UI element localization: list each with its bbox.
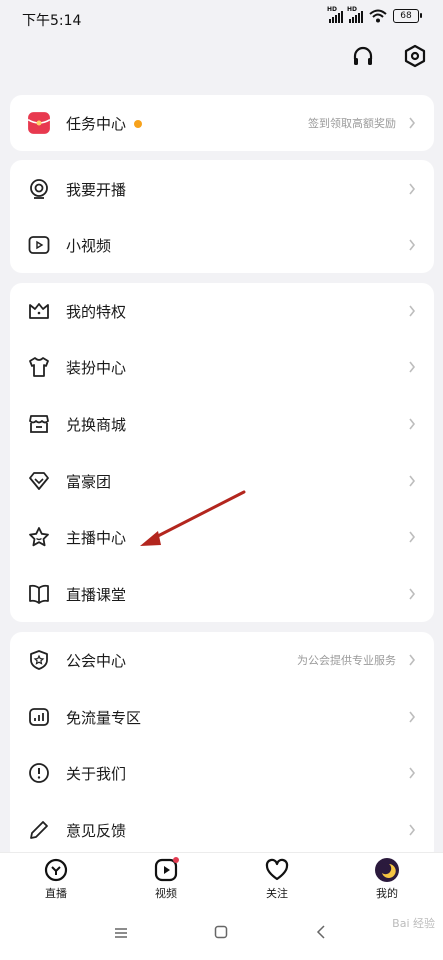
status-time: 下午5:14 <box>22 13 82 29</box>
crown-icon <box>29 303 49 319</box>
menu-item-label: 关于我们 <box>66 764 127 783</box>
home-icon[interactable] <box>214 924 228 943</box>
video-tab-icon <box>154 857 179 882</box>
avatar <box>375 858 399 882</box>
task-center-row[interactable]: 任务中心 签到领取高额奖励 <box>10 95 434 151</box>
pen-icon <box>30 821 48 839</box>
video-play-icon <box>28 236 50 254</box>
menu-item-store[interactable]: 兑换商城 <box>10 396 434 452</box>
menu-item-label: 装扮中心 <box>66 358 127 377</box>
shield-star-icon <box>30 650 48 670</box>
menu-item-label: 公会中心 <box>66 651 127 670</box>
chevron-right-icon <box>409 588 416 600</box>
menu-group-1: 我要开播 小视频 <box>10 160 434 273</box>
tab-follow[interactable]: 关注 <box>247 857 307 901</box>
diamond-icon <box>29 472 49 490</box>
menu-icon[interactable] <box>114 924 128 943</box>
chevron-right-icon <box>409 767 416 779</box>
system-nav-bar <box>0 908 443 960</box>
store-icon <box>29 415 49 433</box>
tab-mine[interactable]: 我的 <box>357 857 417 901</box>
settings-icon[interactable] <box>403 44 427 68</box>
task-center-hint: 签到领取高额奖励 <box>308 117 396 130</box>
battery-icon: 68 <box>393 9 422 23</box>
menu-group-2: 我的特权 装扮中心 兑换商城 富豪团 主播中心 直播课堂 <box>10 283 434 622</box>
menu-item-feedback[interactable]: 意见反馈 <box>10 802 434 858</box>
chevron-right-icon <box>409 239 416 251</box>
menu-item-label: 富豪团 <box>66 472 112 491</box>
menu-item-start-live[interactable]: 我要开播 <box>10 161 434 217</box>
menu-item-label: 免流量专区 <box>66 708 142 727</box>
chevron-right-icon <box>409 475 416 487</box>
tab-video[interactable]: 视频 <box>136 857 196 901</box>
chevron-right-icon <box>409 183 416 195</box>
bottom-tab-bar: 直播 视频 关注 我的 <box>0 852 443 909</box>
star-icon <box>29 527 49 547</box>
chevron-right-icon <box>409 711 416 723</box>
menu-group-3: 公会中心 为公会提供专业服务 免流量专区 关于我们 意见反馈 <box>10 632 434 862</box>
chevron-right-icon <box>409 531 416 543</box>
chevron-right-icon <box>409 117 416 129</box>
task-card: 任务中心 签到领取高额奖励 <box>10 95 434 151</box>
watermark: Bai 经验 <box>392 917 435 930</box>
red-envelope-icon <box>27 112 51 134</box>
menu-item-label: 意见反馈 <box>66 821 127 840</box>
notification-dot <box>134 120 143 128</box>
menu-item-live-class[interactable]: 直播课堂 <box>10 566 434 622</box>
menu-item-anchor-center[interactable]: 主播中心 <box>10 509 434 565</box>
menu-item-label: 兑换商城 <box>66 415 127 434</box>
menu-item-label: 我的特权 <box>66 302 127 321</box>
live-tab-icon <box>44 858 68 882</box>
menu-item-label: 我要开播 <box>66 180 127 199</box>
menu-item-rich-club[interactable]: 富豪团 <box>10 453 434 509</box>
signal-icon: HD <box>327 6 343 23</box>
task-center-label: 任务中心 <box>66 113 143 134</box>
menu-item-about[interactable]: 关于我们 <box>10 745 434 801</box>
back-icon[interactable] <box>316 924 326 943</box>
heart-icon <box>265 858 289 881</box>
chevron-right-icon <box>409 824 416 836</box>
live-camera-icon <box>30 179 48 199</box>
info-circle-icon <box>29 763 49 783</box>
status-bar: 下午5:14 HD HD 68 <box>0 0 443 40</box>
chevron-right-icon <box>409 418 416 430</box>
chevron-right-icon <box>409 654 416 666</box>
book-icon <box>29 584 49 604</box>
top-actions <box>351 44 427 68</box>
wifi-icon <box>369 9 387 23</box>
guild-center-hint: 为公会提供专业服务 <box>297 654 396 667</box>
menu-item-free-data[interactable]: 免流量专区 <box>10 689 434 745</box>
menu-item-privilege[interactable]: 我的特权 <box>10 283 434 339</box>
data-chart-icon <box>29 708 49 726</box>
tshirt-icon <box>29 357 49 377</box>
status-icons: HD HD 68 <box>327 6 422 23</box>
signal-icon: HD <box>347 6 363 23</box>
chevron-right-icon <box>409 305 416 317</box>
menu-item-short-video[interactable]: 小视频 <box>10 217 434 273</box>
headphones-icon[interactable] <box>351 44 375 68</box>
tab-live[interactable]: 直播 <box>26 857 86 901</box>
menu-item-dress-up[interactable]: 装扮中心 <box>10 339 434 395</box>
menu-item-label: 直播课堂 <box>66 585 127 604</box>
menu-item-label: 主播中心 <box>66 528 127 547</box>
chevron-right-icon <box>409 361 416 373</box>
menu-item-label: 小视频 <box>66 236 112 255</box>
menu-item-guild-center[interactable]: 公会中心 为公会提供专业服务 <box>10 632 434 688</box>
